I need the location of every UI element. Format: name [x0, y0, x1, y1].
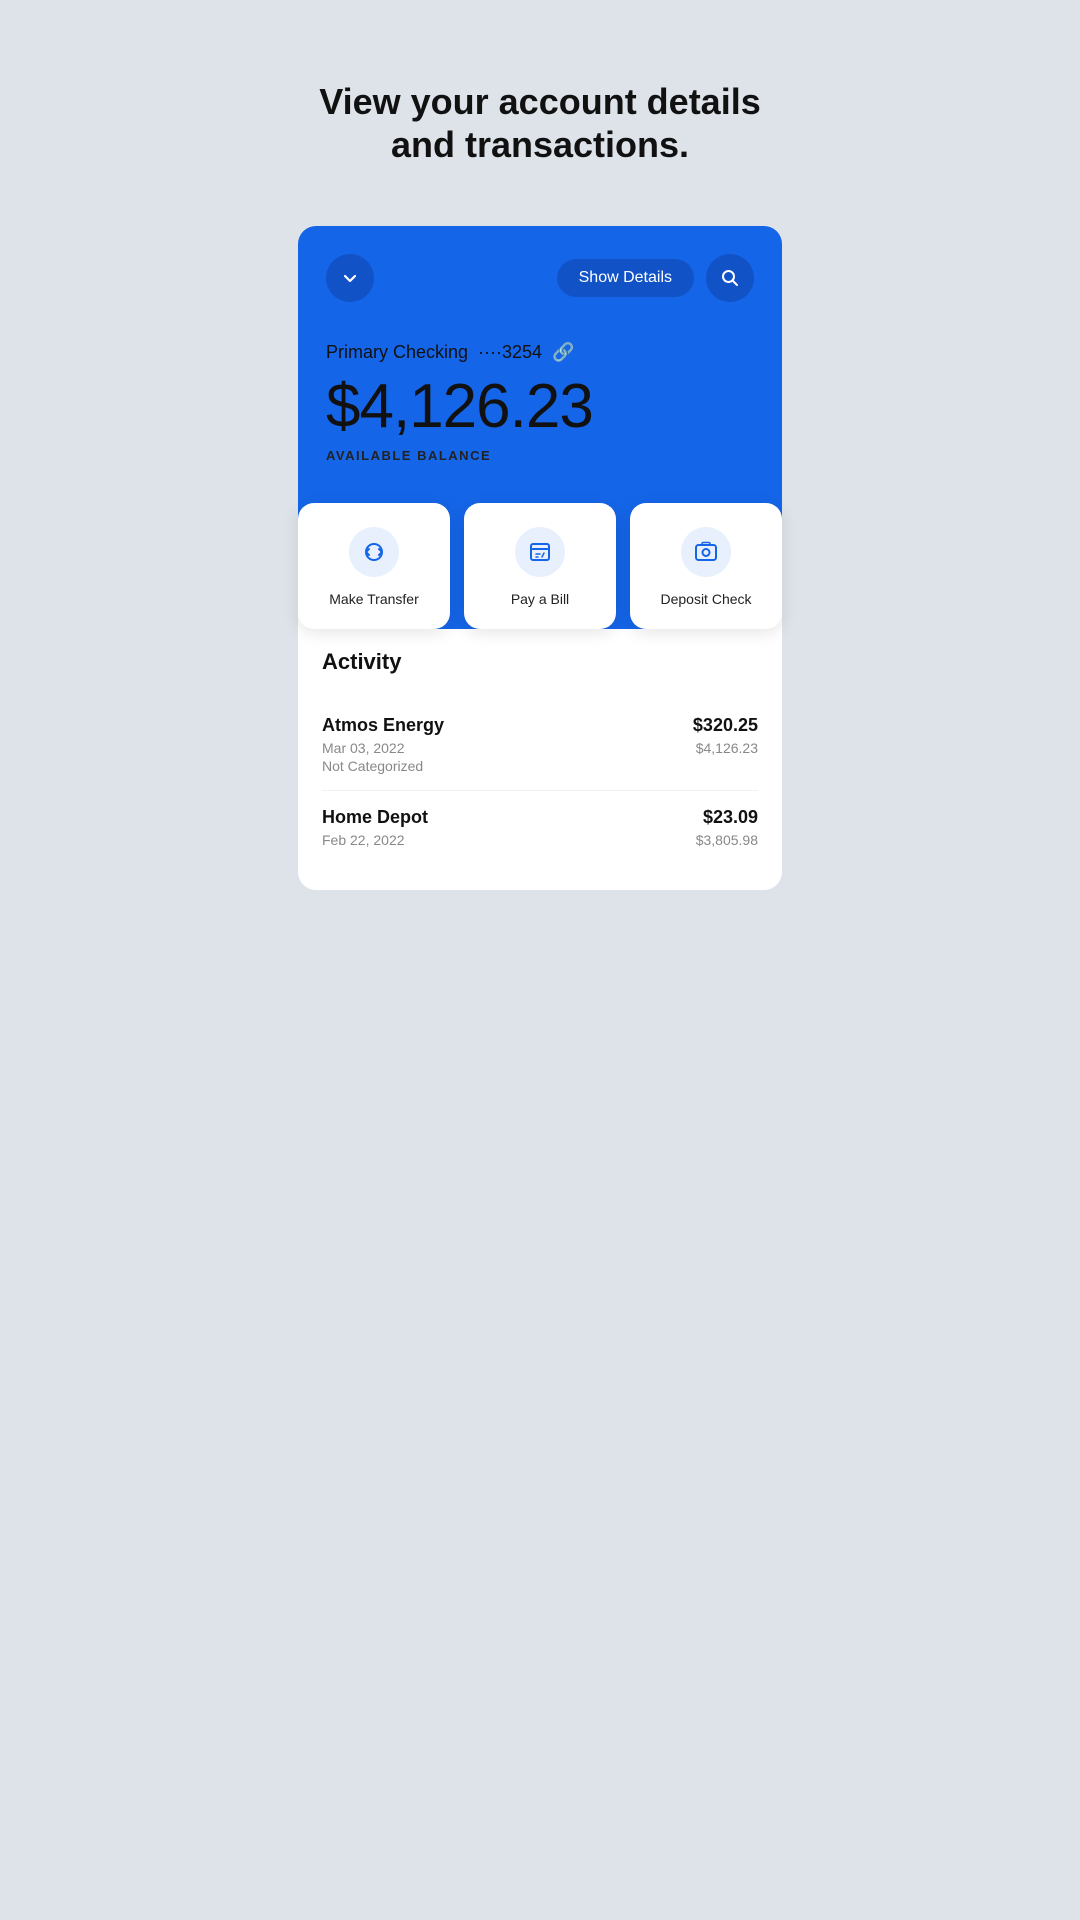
search-button[interactable] — [706, 254, 754, 302]
transaction-item[interactable]: Home Depot Feb 22, 2022 $23.09 $3,805.98 — [322, 791, 758, 866]
transaction-category: Not Categorized — [322, 758, 444, 774]
deposit-check-button[interactable]: Deposit Check — [630, 503, 782, 629]
balance-label: AVAILABLE BALANCE — [326, 448, 754, 463]
link-icon: 🔗 — [552, 342, 574, 363]
balance-amount: $4,126.23 — [326, 371, 754, 442]
page-header: View your account details and transactio… — [270, 0, 810, 226]
account-card: Show Details Primary Checking ····3254 🔗… — [298, 226, 782, 629]
pay-bill-label: Pay a Bill — [511, 591, 569, 607]
dropdown-button[interactable] — [326, 254, 374, 302]
pay-bill-icon-wrap — [515, 527, 565, 577]
account-number: ····3254 — [478, 342, 542, 363]
deposit-check-icon-wrap — [681, 527, 731, 577]
transaction-date: Feb 22, 2022 — [322, 832, 428, 848]
transaction-name: Home Depot — [322, 807, 428, 828]
transaction-balance: $4,126.23 — [696, 740, 758, 756]
account-label: Primary Checking ····3254 🔗 — [326, 342, 754, 363]
account-name: Primary Checking — [326, 342, 468, 363]
page-title: View your account details and transactio… — [310, 80, 770, 166]
transaction-balance: $3,805.98 — [696, 832, 758, 848]
show-details-button[interactable]: Show Details — [557, 259, 694, 297]
transaction-date: Mar 03, 2022 — [322, 740, 444, 756]
actions-row: Make Transfer Pay a Bill — [298, 503, 782, 629]
make-transfer-icon-wrap — [349, 527, 399, 577]
transaction-amount: $23.09 — [703, 807, 758, 828]
deposit-check-label: Deposit Check — [660, 591, 751, 607]
activity-title: Activity — [322, 649, 758, 675]
make-transfer-label: Make Transfer — [329, 591, 418, 607]
transaction-amount: $320.25 — [693, 715, 758, 736]
card-controls: Show Details — [326, 254, 754, 302]
transaction-item[interactable]: Atmos Energy Mar 03, 2022 Not Categorize… — [322, 699, 758, 791]
show-details-label: Show Details — [579, 269, 672, 287]
transaction-name: Atmos Energy — [322, 715, 444, 736]
make-transfer-button[interactable]: Make Transfer — [298, 503, 450, 629]
pay-bill-button[interactable]: Pay a Bill — [464, 503, 616, 629]
controls-right: Show Details — [557, 254, 754, 302]
